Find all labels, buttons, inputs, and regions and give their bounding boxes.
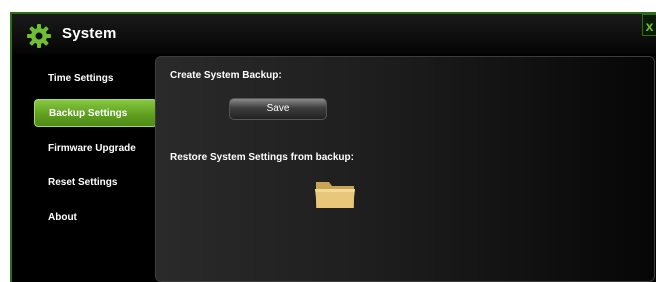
window-header: System x [12, 14, 656, 54]
restore-backup-label: Restore System Settings from backup: [170, 152, 354, 163]
gear-icon [27, 24, 51, 48]
sidebar-item-backup-settings[interactable]: Backup Settings [34, 99, 157, 127]
save-button[interactable]: Save [229, 98, 327, 120]
sidebar-item-time-settings[interactable]: Time Settings [34, 65, 154, 93]
folder-icon[interactable] [314, 178, 356, 210]
create-backup-label: Create System Backup: [170, 70, 282, 81]
sidebar-item-about[interactable]: About [34, 204, 154, 232]
window-title: System [62, 25, 117, 42]
close-icon[interactable]: x [642, 14, 656, 36]
backup-settings-panel: Create System Backup: Save Restore Syste… [155, 56, 655, 282]
sidebar-item-firmware-upgrade[interactable]: Firmware Upgrade [34, 135, 154, 163]
sidebar-item-reset-settings[interactable]: Reset Settings [34, 169, 154, 197]
system-window: System x Time Settings Backup Settings F… [10, 12, 656, 282]
